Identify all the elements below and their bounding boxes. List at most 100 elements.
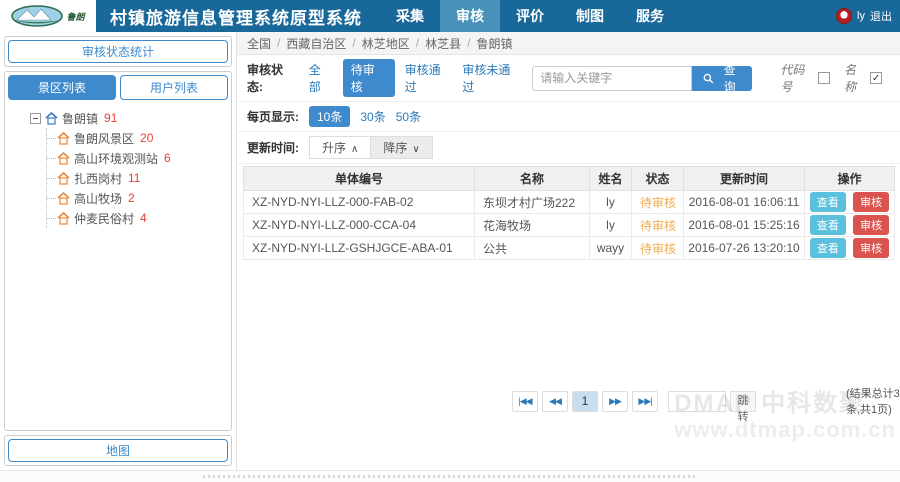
col-header-status: 状态 <box>632 167 684 191</box>
review-button[interactable]: 审核 <box>853 215 889 235</box>
status-option-approved[interactable]: 审核通过 <box>405 61 453 95</box>
sort-label: 更新时间: <box>247 139 299 156</box>
prev-page-button[interactable] <box>542 391 568 412</box>
house-icon <box>57 132 70 145</box>
tree-item[interactable]: 鲁朗风景区 20 <box>57 128 228 148</box>
scenic-tree: 鲁朗镇 91 鲁朗风景区 20 高山环境观测站 6 扎西岗村 <box>8 100 228 228</box>
house-icon <box>57 192 70 205</box>
user-area: ly 退出 <box>836 0 900 32</box>
cell-name: 花海牧场 <box>475 214 590 237</box>
tree-count: 20 <box>140 131 153 145</box>
col-header-name: 名称 <box>475 167 590 191</box>
page-size-label: 每页显示: <box>247 108 299 125</box>
tree-item[interactable]: 仲麦民俗村 4 <box>57 208 228 228</box>
code-checkbox-label: 代码号 <box>780 61 816 95</box>
sort-desc-label: 降序 <box>383 139 407 156</box>
page-size-30[interactable]: 30条 <box>360 108 385 125</box>
tree-count: 2 <box>128 191 135 205</box>
review-button[interactable]: 审核 <box>853 238 889 258</box>
user-avatar-icon <box>836 8 852 24</box>
col-header-actions: 操作 <box>805 167 895 191</box>
status-option-rejected[interactable]: 审核未通过 <box>462 61 522 95</box>
collapse-icon[interactable] <box>30 113 41 124</box>
code-checkbox-item[interactable]: 代码号 <box>780 61 830 95</box>
last-page-button[interactable] <box>632 391 658 412</box>
page-footer <box>0 470 900 482</box>
cell-unit-id: XZ-NYD-NYI-LLZ-GSHJGCE-ABA-01 <box>244 237 475 260</box>
sort-row: 更新时间: 升序 降序 <box>237 132 900 164</box>
tree-label: 鲁朗镇 <box>62 110 98 127</box>
map-button[interactable]: 地图 <box>8 439 228 462</box>
logout-link[interactable]: 退出 <box>870 8 892 24</box>
cell-updated: 2016-08-01 15:25:16 <box>684 214 805 237</box>
tree-label: 高山牧场 <box>74 190 122 207</box>
house-icon <box>57 152 70 165</box>
search-input[interactable] <box>532 66 692 91</box>
tree-label: 高山环境观测站 <box>74 150 158 167</box>
tree-item[interactable]: 高山环境观测站 6 <box>57 148 228 168</box>
name-checkbox-item[interactable]: 名称 <box>844 61 882 95</box>
view-button[interactable]: 查看 <box>810 192 846 212</box>
review-button[interactable]: 审核 <box>853 192 889 212</box>
cell-person: ly <box>590 191 632 214</box>
tree-item[interactable]: 高山牧场 2 <box>57 188 228 208</box>
current-page[interactable]: 1 <box>572 391 598 412</box>
sort-ascending-button[interactable]: 升序 <box>309 136 370 159</box>
breadcrumb-item[interactable]: 西藏自治区 <box>286 35 346 52</box>
cell-person: wayy <box>590 237 632 260</box>
footer-text-placeholder <box>203 475 698 478</box>
page-size-10[interactable]: 10条 <box>309 106 350 127</box>
status-option-all[interactable]: 全部 <box>309 61 333 95</box>
name-checkbox-label: 名称 <box>844 61 868 95</box>
app-logo: 鲁朗 <box>0 0 96 32</box>
tree-item[interactable]: 扎西岗村 11 <box>57 168 228 188</box>
col-header-updated: 更新时间 <box>684 167 805 191</box>
tab-user-list[interactable]: 用户列表 <box>120 75 228 100</box>
app-header: 鲁朗 村镇旅游信息管理系统原型系统 采集 审核 评价 制图 服务 ly 退出 <box>0 0 900 32</box>
tree-root-luolang[interactable]: 鲁朗镇 91 <box>30 108 228 128</box>
cell-unit-id: XZ-NYD-NYI-LLZ-000-FAB-02 <box>244 191 475 214</box>
status-option-pending[interactable]: 待审核 <box>343 59 395 97</box>
breadcrumb-item[interactable]: 全国 <box>247 35 271 52</box>
tab-scenic-list[interactable]: 景区列表 <box>8 75 116 100</box>
next-page-button[interactable] <box>602 391 628 412</box>
nav-item-service[interactable]: 服务 <box>620 0 680 32</box>
code-checkbox[interactable] <box>818 72 830 84</box>
query-button-label: 查询 <box>718 61 741 95</box>
breadcrumb-item[interactable]: 鲁朗镇 <box>476 35 512 52</box>
status-badge: 待审核 <box>632 214 684 237</box>
nav-item-mapping[interactable]: 制图 <box>560 0 620 32</box>
sort-descending-button[interactable]: 降序 <box>370 136 432 159</box>
table-header-row: 单体编号 名称 姓名 状态 更新时间 操作 <box>244 167 895 191</box>
stats-box: 审核状态统计 <box>4 36 232 67</box>
status-filter-label: 审核状态: <box>247 61 299 95</box>
nav-item-collect[interactable]: 采集 <box>380 0 440 32</box>
breadcrumb-item[interactable]: 林芝县 <box>425 35 461 52</box>
view-button[interactable]: 查看 <box>810 215 846 235</box>
nav-item-review[interactable]: 审核 <box>440 0 500 32</box>
tree-label: 扎西岗村 <box>74 170 122 187</box>
map-box: 地图 <box>4 435 232 466</box>
breadcrumb: 全国 / 西藏自治区 / 林芝地区 / 林芝县 / 鲁朗镇 <box>237 32 900 55</box>
sidebar: 审核状态统计 景区列表 用户列表 鲁朗镇 91 鲁朗风景区 20 <box>0 32 237 470</box>
tree-count: 11 <box>128 171 140 185</box>
col-header-unit-id: 单体编号 <box>244 167 475 191</box>
table-row: XZ-NYD-NYI-LLZ-GSHJGCE-ABA-01 公共 wayy 待审… <box>244 237 895 260</box>
nav-item-evaluate[interactable]: 评价 <box>500 0 560 32</box>
mountain-logo-icon <box>11 5 63 27</box>
breadcrumb-separator: / <box>467 36 470 50</box>
name-checkbox[interactable] <box>870 72 882 84</box>
page-size-50[interactable]: 50条 <box>396 108 421 125</box>
sidebar-tabs: 景区列表 用户列表 <box>8 75 228 100</box>
cell-actions: 查看 审核 <box>805 237 895 260</box>
breadcrumb-item[interactable]: 林芝地区 <box>362 35 410 52</box>
first-page-button[interactable] <box>512 391 538 412</box>
query-button[interactable]: 查询 <box>692 66 752 91</box>
col-header-person: 姓名 <box>590 167 632 191</box>
jump-button[interactable]: 跳转 <box>730 391 756 412</box>
jump-page-input[interactable] <box>668 391 726 412</box>
tree-label: 仲麦民俗村 <box>74 210 134 227</box>
review-status-stats-button[interactable]: 审核状态统计 <box>8 40 228 63</box>
view-button[interactable]: 查看 <box>810 238 846 258</box>
caret-down-icon <box>412 141 419 155</box>
